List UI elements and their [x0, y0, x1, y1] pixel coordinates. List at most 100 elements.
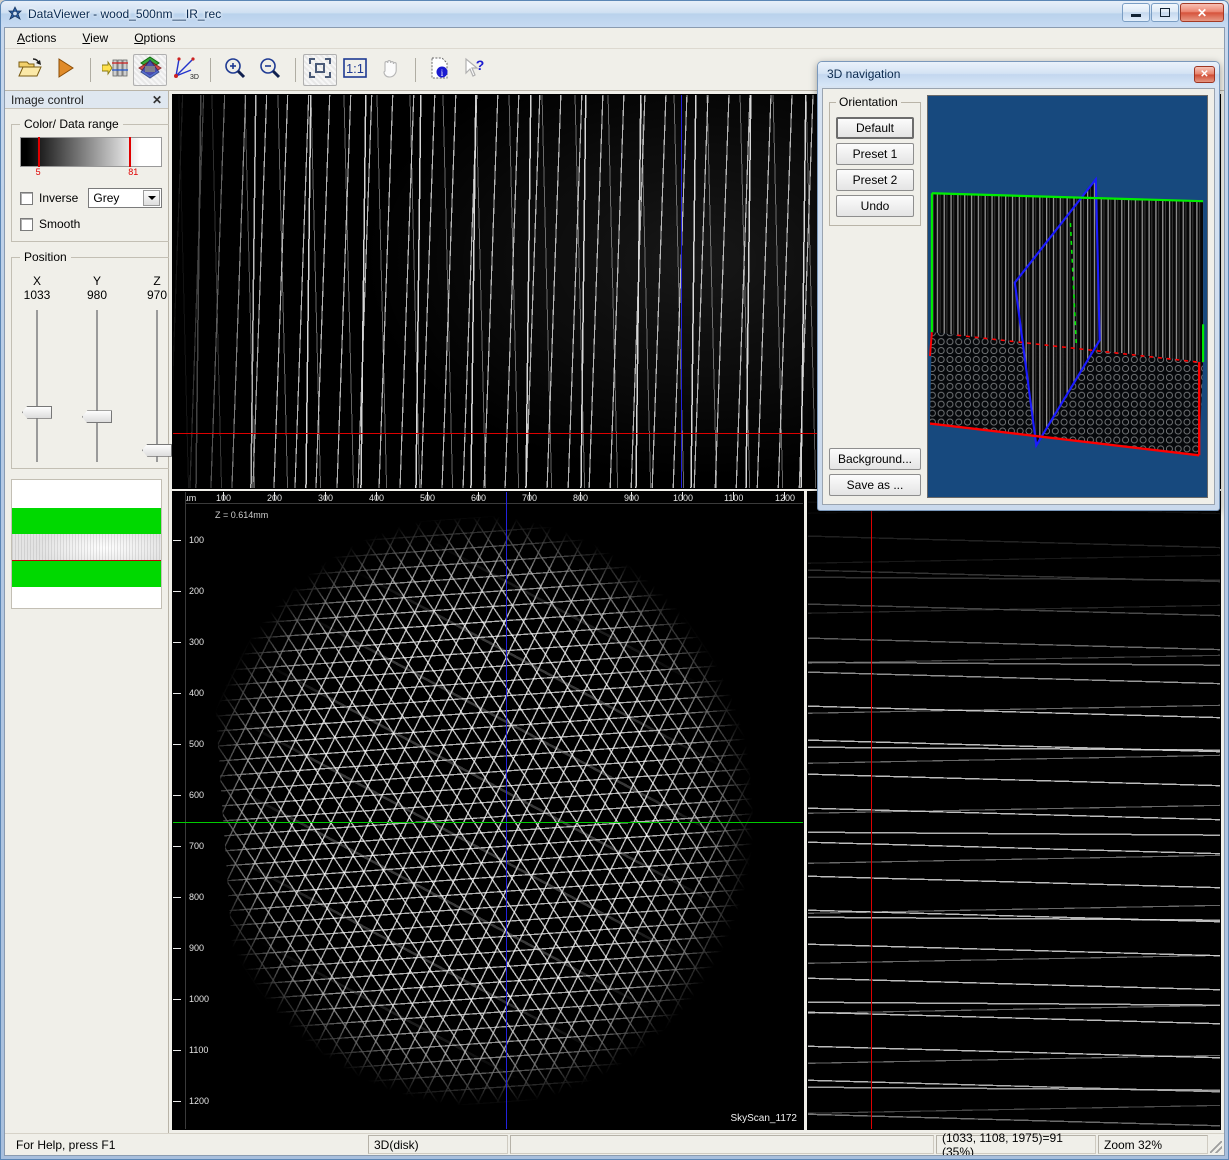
nav-dialog-title-bar: 3D navigation ✕ — [818, 62, 1219, 86]
orientation-default-button[interactable]: Default — [836, 117, 914, 139]
smooth-checkbox[interactable] — [20, 218, 33, 231]
ruler-h-tick-1200: 1200 — [775, 493, 795, 503]
yz-crosshair-vertical[interactable] — [871, 492, 872, 1129]
inverse-checkbox[interactable] — [20, 192, 33, 205]
nav-dialog-title: 3D navigation — [827, 67, 1194, 81]
preview-image-strip — [12, 534, 161, 562]
slider-z-thumb[interactable] — [142, 444, 172, 457]
palette-select[interactable]: Grey — [88, 188, 162, 208]
range-min-marker[interactable] — [38, 137, 40, 167]
context-help-button[interactable]: ? — [458, 54, 492, 86]
position-col-y: Y 980 — [80, 274, 114, 302]
slider-z[interactable] — [140, 310, 174, 462]
close-icon: ✕ — [1200, 69, 1208, 80]
xz-crosshair-vertical[interactable] — [681, 95, 682, 488]
xy-crosshair-vertical[interactable] — [506, 492, 507, 1129]
menu-bar: Actions View Options — [5, 28, 1224, 49]
slice-preview-strip[interactable] — [11, 479, 162, 609]
open-dataset-button[interactable] — [13, 54, 47, 86]
slider-x[interactable] — [20, 310, 54, 462]
ruler-v-tick-1200: 1200 — [189, 1096, 209, 1106]
status-bar: For Help, press F1 3D(disk) (1033, 1108,… — [5, 1133, 1224, 1155]
menu-options[interactable]: Options — [130, 29, 179, 47]
axis-value-x: 1033 — [20, 288, 54, 302]
axes-3d-button[interactable]: 3D — [168, 54, 202, 86]
color-gradient-bar[interactable] — [20, 137, 162, 167]
ruler-h-tick-800: 800 — [573, 493, 588, 503]
xy-slice-view[interactable]: 0 µm 100 200 300 400 500 600 700 800 900 — [172, 491, 804, 1130]
slider-y-track — [96, 310, 98, 462]
ruler-h-tick-400: 400 — [369, 493, 384, 503]
smooth-label: Smooth — [39, 217, 80, 231]
orientation-preset1-button[interactable]: Preset 1 — [836, 143, 914, 165]
fit-to-window-button[interactable] — [303, 54, 337, 86]
load-slices-button[interactable] — [98, 54, 132, 86]
ortho-planes-icon — [137, 56, 163, 83]
orientation-undo-button[interactable]: Undo — [836, 195, 914, 217]
xy-crosshair-horizontal[interactable] — [173, 822, 803, 823]
close-button[interactable]: ✕ — [1180, 3, 1224, 22]
resize-grip[interactable] — [1208, 1134, 1224, 1155]
toolbar-separator — [295, 58, 296, 82]
image-control-header: Image control ✕ — [5, 91, 168, 109]
ruler-h-tick-900: 900 — [624, 493, 639, 503]
actual-size-button[interactable]: 1:1 — [338, 54, 372, 86]
menu-actions[interactable]: Actions — [13, 29, 60, 47]
status-zoom: Zoom 32% — [1098, 1135, 1208, 1154]
pan-hand-icon — [379, 57, 401, 82]
play-button[interactable] — [48, 54, 82, 86]
range-min-label: 5 — [36, 167, 41, 177]
slider-z-track — [156, 310, 158, 462]
pan-button[interactable] — [373, 54, 407, 86]
range-labels: 5 81 — [20, 167, 162, 179]
orientation-group: Orientation Default Preset 1 Preset 2 Un… — [829, 95, 921, 226]
toolbar-separator — [90, 58, 91, 82]
minimize-button[interactable] — [1122, 3, 1150, 22]
chevron-down-icon[interactable] — [143, 190, 160, 206]
ruler-h-tick-200: 200 — [267, 493, 282, 503]
ruler-h-tick-700: 700 — [522, 493, 537, 503]
background-button[interactable]: Background... — [829, 448, 921, 470]
xy-slice-image — [173, 492, 803, 1129]
actual-size-icon: 1:1 — [342, 57, 368, 82]
ruler-v-tick-600: 600 — [189, 790, 204, 800]
menu-view[interactable]: View — [78, 29, 112, 47]
status-help-text: For Help, press F1 — [11, 1135, 366, 1154]
inverse-label: Inverse — [39, 191, 78, 205]
nav-close-button[interactable]: ✕ — [1194, 66, 1215, 83]
slider-y-thumb[interactable] — [82, 410, 112, 423]
menu-actions-accel: A — [17, 31, 25, 45]
window-title: DataViewer - wood_500nm__IR_rec — [28, 7, 221, 21]
slider-x-thumb[interactable] — [22, 406, 52, 419]
toolbar-separator — [415, 58, 416, 82]
nav-3d-scene — [928, 96, 1207, 497]
ruler-v-tick-800: 800 — [189, 892, 204, 902]
menu-options-accel: O — [134, 31, 143, 45]
status-mode: 3D(disk) — [368, 1135, 508, 1154]
nav-3d-viewport[interactable] — [927, 95, 1208, 498]
ortho-planes-button[interactable] — [133, 54, 167, 86]
close-icon[interactable]: ✕ — [150, 93, 164, 107]
svg-text:?: ? — [476, 57, 485, 73]
orientation-preset2-button[interactable]: Preset 2 — [836, 169, 914, 191]
maximize-button[interactable] — [1151, 3, 1179, 22]
position-legend: Position — [20, 250, 71, 264]
zoom-out-button[interactable] — [253, 54, 287, 86]
zoom-out-icon — [258, 57, 282, 82]
slider-y[interactable] — [80, 310, 114, 462]
menu-options-label: ptions — [144, 31, 176, 45]
image-control-title: Image control — [11, 93, 150, 107]
dataset-info-button[interactable]: i — [423, 54, 457, 86]
nav-dialog: 3D navigation ✕ Orientation Default Pres… — [817, 61, 1220, 511]
save-as-button[interactable]: Save as ... — [829, 474, 921, 496]
range-max-marker[interactable] — [129, 137, 131, 167]
menu-view-accel: V — [82, 31, 90, 45]
ray-structure — [249, 543, 728, 1078]
fit-to-window-icon — [308, 57, 332, 82]
context-help-icon: ? — [463, 57, 487, 82]
ruler-v-tick-100: 100 — [189, 535, 204, 545]
ruler-h-tick-100: 100 — [216, 493, 231, 503]
position-col-x: X 1033 — [20, 274, 54, 302]
zoom-in-button[interactable] — [218, 54, 252, 86]
yz-slice-view[interactable] — [807, 491, 1221, 1130]
